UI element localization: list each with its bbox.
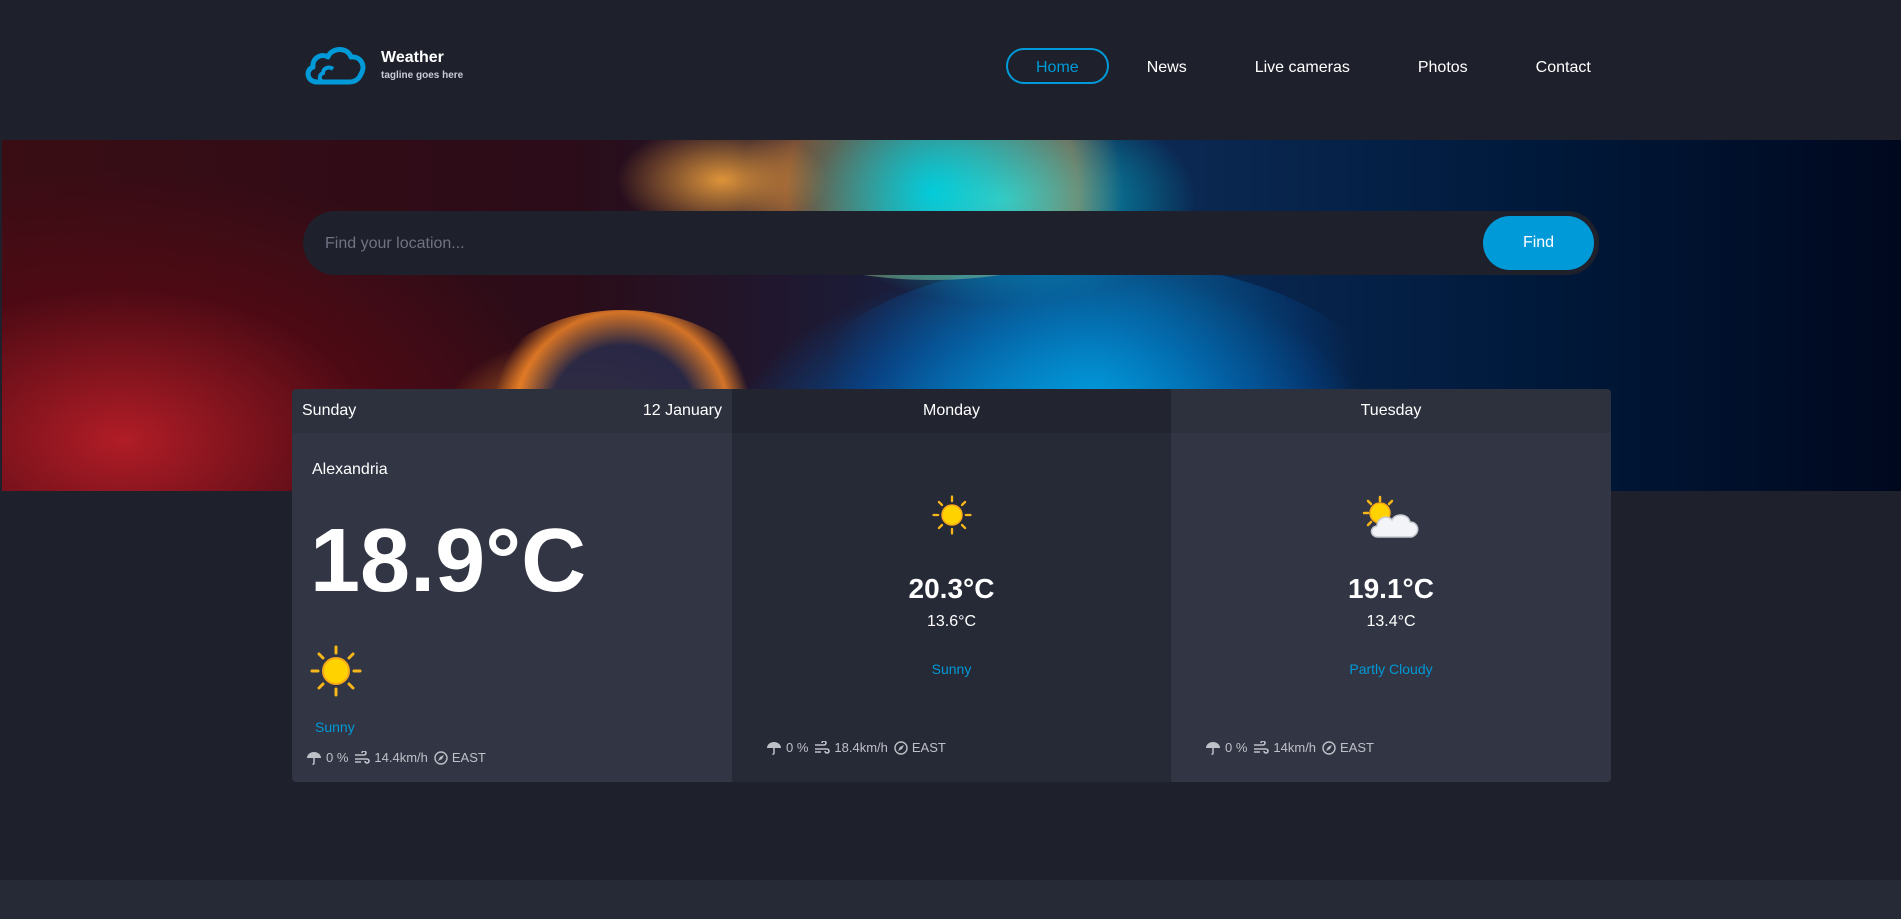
compass-icon	[434, 750, 448, 765]
weather-description: Partly Cloudy	[1349, 661, 1433, 677]
day-name: Tuesday	[1360, 402, 1422, 419]
max-temperature: 20.3°C	[908, 573, 995, 604]
forecast-today: Sunday 12 January Alexandria 18.9°C Sunn…	[292, 389, 732, 782]
nav-news[interactable]: News	[1117, 48, 1217, 84]
location-search-input[interactable]	[323, 211, 1477, 277]
location-name: Alexandria	[312, 461, 388, 478]
sun-icon	[310, 645, 362, 702]
rain-chance: 0 %	[326, 750, 349, 765]
day-name: Sunday	[302, 402, 357, 419]
find-button[interactable]: Find	[1483, 216, 1594, 270]
logo[interactable]: Weather tagline goes here	[303, 44, 463, 86]
wind-icon	[815, 740, 831, 754]
weather-meta: 0 % 14km/h EAST	[1205, 740, 1380, 755]
weather-description: Sunny	[931, 661, 972, 677]
current-temperature: 18.9°C	[310, 511, 587, 611]
umbrella-icon	[767, 741, 781, 755]
umbrella-icon	[1206, 741, 1220, 755]
wind-icon	[1254, 740, 1270, 754]
forecast-day: Tuesday 19.1°C 13.4°C Partly Cloudy 0 % …	[1171, 389, 1611, 782]
partly-cloudy-icon	[1360, 495, 1422, 548]
cloud-logo-icon	[305, 47, 366, 85]
forecast-day: Monday 20.3°C 13.6°C Sunny 0 % 18.4km/h …	[732, 389, 1171, 782]
nav-photos[interactable]: Photos	[1388, 48, 1498, 84]
compass-icon	[894, 740, 908, 755]
wind-direction: EAST	[451, 750, 486, 765]
day-header: Tuesday	[1171, 389, 1611, 433]
brand-title: Weather	[381, 49, 444, 66]
weather-meta: 0 % 14.4km/h EAST	[306, 750, 492, 765]
umbrella-icon	[307, 751, 321, 765]
wind-direction: EAST	[1340, 740, 1375, 755]
nav-home[interactable]: Home	[1006, 48, 1109, 84]
brand-tagline: tagline goes here	[381, 70, 464, 81]
rain-chance: 0 %	[1225, 740, 1248, 755]
sun-icon	[931, 495, 972, 540]
site-header: Weather tagline goes here Home News Live…	[0, 0, 1901, 140]
nav-live-cameras[interactable]: Live cameras	[1225, 48, 1380, 84]
site-footer	[0, 880, 1901, 919]
min-temperature: 13.4°C	[1366, 613, 1416, 630]
min-temperature: 13.6°C	[926, 613, 977, 630]
rain-chance: 0 %	[786, 740, 809, 755]
main-nav: Home News Live cameras Photos Contact	[1006, 48, 1629, 84]
weather-meta: 0 % 18.4km/h EAST	[766, 740, 952, 755]
wind-direction: EAST	[911, 740, 946, 755]
day-date: 12 January	[642, 402, 722, 419]
compass-icon	[1322, 740, 1336, 755]
nav-contact[interactable]: Contact	[1506, 48, 1621, 84]
day-name: Monday	[923, 402, 980, 419]
wind-speed: 14.4km/h	[374, 750, 428, 765]
search-bar: Find	[303, 211, 1599, 277]
wind-speed: 14km/h	[1273, 740, 1317, 755]
day-header: Monday	[732, 389, 1171, 433]
wind-icon	[355, 750, 371, 764]
weather-description: Sunny	[315, 719, 355, 735]
wind-speed: 18.4km/h	[834, 740, 888, 755]
day-header: Sunday 12 January	[292, 389, 732, 433]
max-temperature: 19.1°C	[1348, 573, 1434, 604]
forecast-panel: Sunday 12 January Alexandria 18.9°C Sunn…	[292, 389, 1611, 782]
